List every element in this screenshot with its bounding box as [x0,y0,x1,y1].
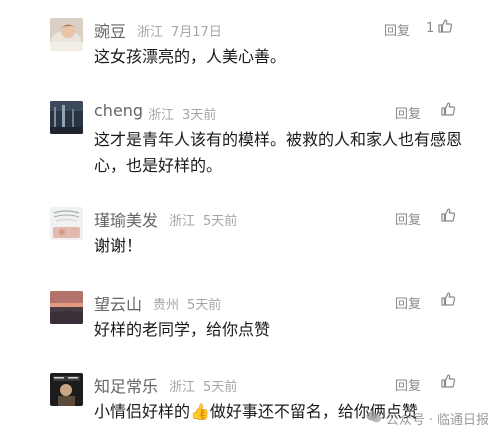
thumbs-up-icon [440,101,456,121]
reply-button[interactable]: 回复 [395,375,421,394]
username[interactable]: 望云山 [94,291,142,315]
like-button[interactable] [437,207,456,227]
avatar[interactable] [50,207,83,240]
avatar[interactable] [50,291,83,324]
username[interactable]: cheng [94,101,143,120]
wechat-icon [366,410,382,428]
location: 贵州 [153,298,180,313]
like-button[interactable] [437,291,456,311]
watermark-name: 临通日报 [436,413,489,428]
comment-meta: 浙江 7月17日 [137,21,222,40]
thumbs-up-icon [440,291,456,311]
comment-text: 这才是青年人该有的模样。被救的人和家人也有感恩心，也是好样的。 [94,130,463,175]
thumbs-up-icon [440,207,456,227]
username[interactable]: 豌豆 [94,18,126,42]
comment-list: 豌豆 浙江 7月17日 回复 1 这女孩漂亮的，人美心善。 cheng 浙江 3… [0,0,499,438]
like-button[interactable] [437,373,456,393]
comment-meta: 浙江 5天前 [169,210,237,229]
reply-button[interactable]: 回复 [395,293,421,312]
comment-text: 谢谢！ [94,236,143,255]
thumbs-up-icon [440,373,456,393]
like-button[interactable] [437,101,456,121]
comment-meta: 浙江 3天前 [148,104,216,123]
comment-meta: 浙江 5天前 [169,376,237,395]
timestamp: 5天前 [203,214,238,229]
comment-text: 这女孩漂亮的，人美心善。 [94,47,287,66]
watermark-prefix: 公众号 · [385,413,433,428]
like-button[interactable]: 1 [426,18,453,38]
timestamp: 5天前 [187,298,222,313]
reply-button[interactable]: 回复 [384,20,410,39]
avatar[interactable] [50,373,83,406]
like-count: 1 [426,20,435,36]
reply-button[interactable]: 回复 [395,103,421,122]
watermark: 公众号 · 临通日报 [366,409,489,428]
avatar[interactable] [50,101,83,134]
comment-text: 好样的老同学，给你点赞 [94,320,271,339]
comment-meta: 贵州 5天前 [153,294,221,313]
username[interactable]: 瑾瑜美发 [94,207,158,231]
timestamp: 7月17日 [171,25,222,40]
location: 浙江 [137,25,164,40]
location: 浙江 [148,108,175,123]
reply-button[interactable]: 回复 [395,209,421,228]
avatar[interactable] [50,18,83,51]
username[interactable]: 知足常乐 [94,373,158,397]
timestamp: 3天前 [182,108,217,123]
thumbs-up-icon [437,18,453,38]
timestamp: 5天前 [203,380,238,395]
location: 浙江 [169,380,196,395]
location: 浙江 [169,214,196,229]
